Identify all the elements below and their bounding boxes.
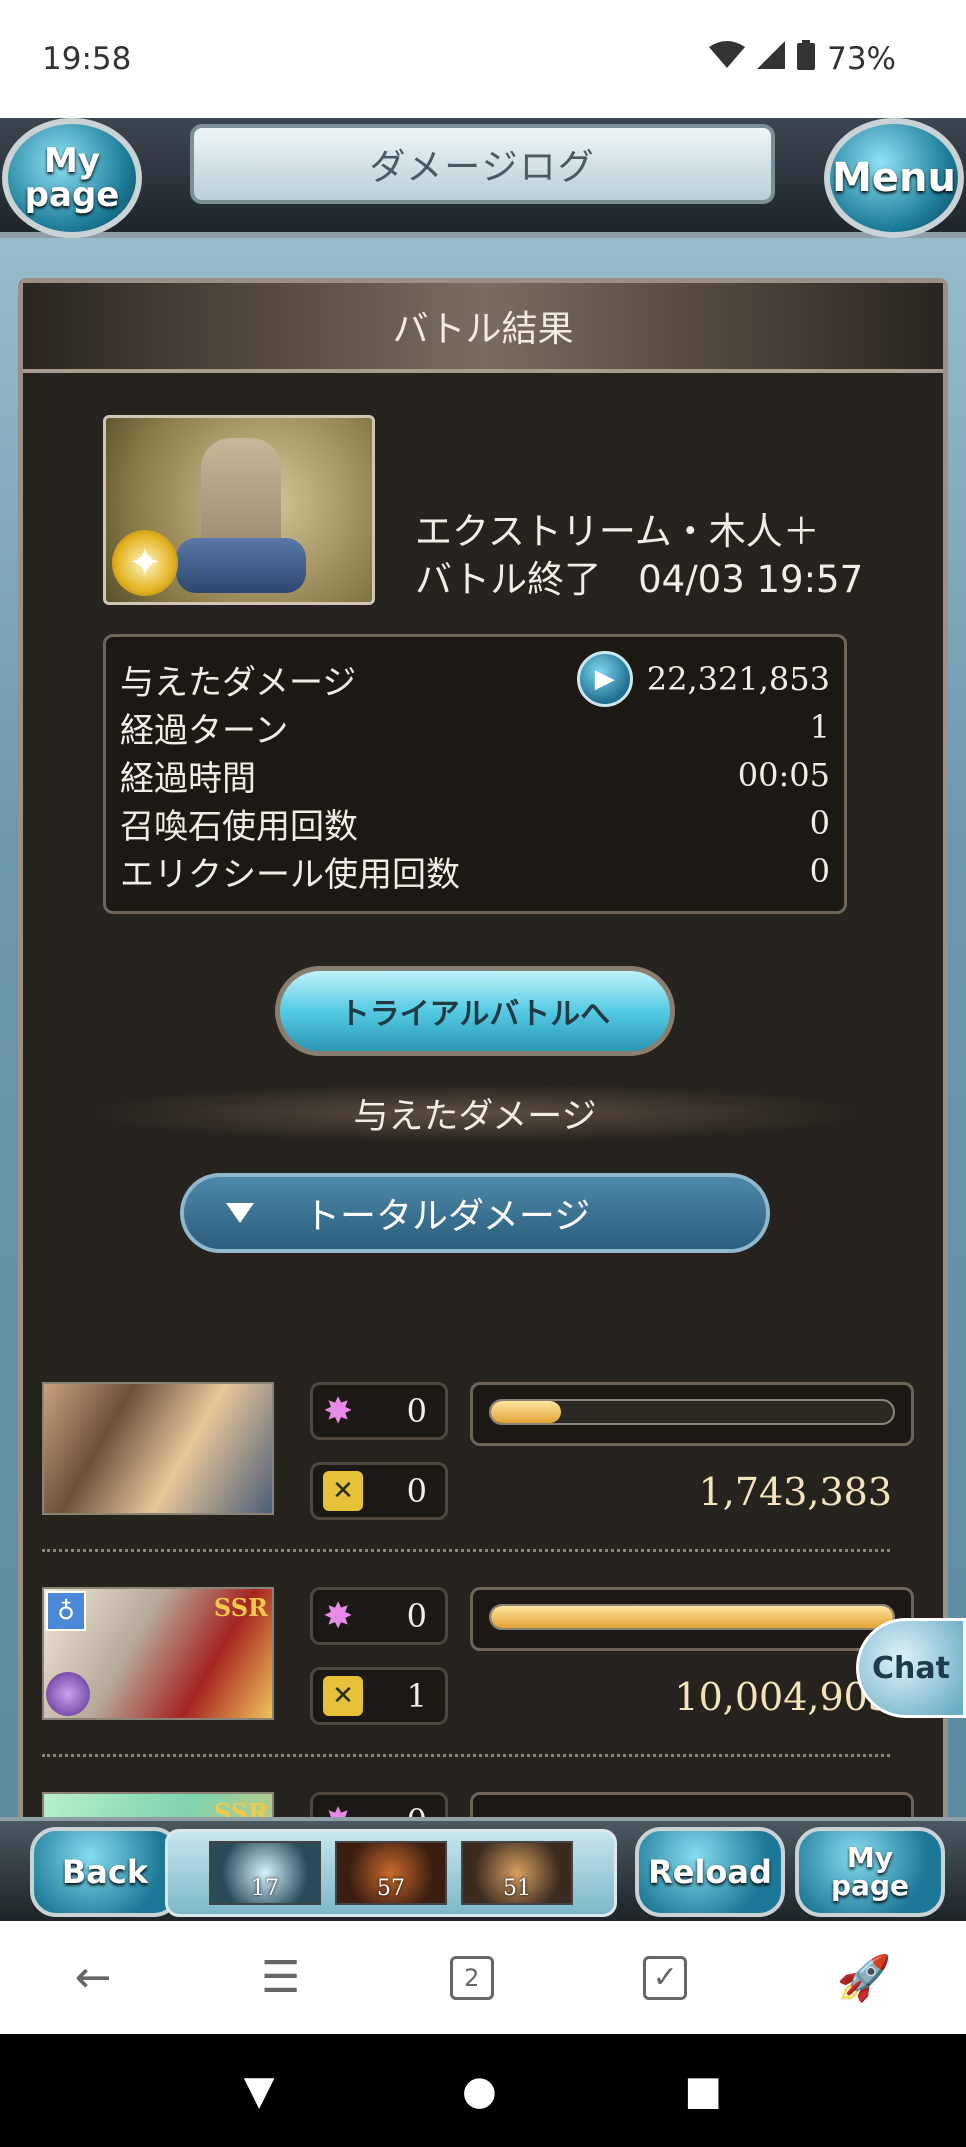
ougi-count: 0 (406, 1392, 427, 1430)
summon-count: 17 (251, 1876, 279, 1901)
stat-value: 22,321,853 (646, 660, 830, 698)
top-bar: ダメージログ My page Menu (0, 118, 966, 238)
summon-count: 57 (377, 1876, 405, 1901)
ca-count: 0 (406, 1472, 427, 1510)
recents-square-icon[interactable]: ■ (684, 2068, 722, 2114)
stat-label: 経過ターン (120, 710, 289, 751)
trial-battle-button[interactable]: トライアルバトルへ (275, 966, 675, 1056)
mypage-button[interactable]: My page (2, 118, 142, 238)
summon-slot[interactable]: 51 (461, 1841, 573, 1905)
summon-slot[interactable]: 57 (335, 1841, 447, 1905)
battery-icon (797, 40, 816, 78)
battle-status: バトル終了 04/03 19:57 (415, 558, 864, 601)
stat-value: 1 (809, 708, 830, 746)
rarity-badge: SSR (213, 1593, 268, 1622)
panel-header: バトル結果 (23, 283, 943, 373)
home-circle-icon[interactable]: ● (462, 2068, 497, 2114)
stat-row: 経過ターン 1 (120, 703, 830, 751)
charge-attack-icon: ✕ (323, 1676, 363, 1716)
stat-row: 経過時間 00:05 (120, 751, 830, 799)
status-bar: 19:58 73% (0, 0, 966, 118)
ca-count: 1 (406, 1677, 427, 1715)
mypage-bottom-button[interactable]: My page (795, 1827, 945, 1917)
stat-label: エリクシール使用回数 (120, 854, 460, 895)
ougi-count-box: ✸ 0 (310, 1587, 448, 1645)
status-time: 19:58 (42, 41, 132, 77)
light-element-icon: ✦ (112, 530, 178, 596)
reload-button[interactable]: Reload (635, 1827, 785, 1917)
sparkle-icon: ✸ (323, 1595, 354, 1637)
stat-value: 0 (809, 852, 830, 890)
enemy-image-base (176, 538, 306, 593)
mypage-button-label: My page (24, 141, 120, 215)
ougi-count-box: ✸ 0 (310, 1382, 448, 1440)
wifi-icon (709, 41, 746, 77)
back-triangle-icon[interactable]: ▼ (244, 2068, 275, 2114)
checkbox-icon[interactable]: ✓ (643, 1955, 688, 2000)
menu-icon[interactable]: ☰ (261, 1952, 300, 2003)
stat-label: 経過時間 (120, 758, 256, 799)
divider (42, 1549, 890, 1552)
ca-count-box: ✕ 0 (310, 1462, 448, 1520)
damage-bar (470, 1382, 914, 1446)
enemy-info: エクストリーム・木人＋ バトル終了 04/03 19:57 (415, 508, 863, 604)
enemy-thumbnail: ✦ (103, 415, 375, 605)
mypage-bottom-label: My page (831, 1841, 909, 1902)
android-nav-bar: ▼ ● ■ (0, 2034, 966, 2147)
damage-bar (470, 1587, 914, 1651)
back-button[interactable]: Back (30, 1827, 180, 1917)
stat-value: 0 (809, 804, 830, 842)
menu-button-label: Menu (832, 155, 956, 201)
damage-section-title: 与えたダメージ (80, 1083, 870, 1143)
reload-label: Reload (648, 1853, 772, 1891)
summon-slot[interactable]: 17 (209, 1841, 321, 1905)
menu-button[interactable]: Menu (824, 118, 964, 238)
back-label: Back (61, 1853, 149, 1891)
summon-count: 51 (503, 1876, 531, 1901)
character-portrait[interactable] (42, 1382, 274, 1515)
play-icon[interactable]: ▶ (576, 651, 633, 707)
damage-bar-fill (491, 1401, 561, 1423)
stat-label: 与えたダメージ (120, 662, 357, 703)
ring-icon: ♁ (46, 1591, 86, 1631)
signal-icon (757, 41, 786, 77)
divider (42, 1754, 890, 1757)
damage-bar-track (489, 1604, 895, 1630)
dark-element-icon (46, 1672, 90, 1716)
back-arrow-icon[interactable]: ← (75, 1952, 112, 2003)
damage-bar-fill (491, 1606, 893, 1628)
ca-count-box: ✕ 1 (310, 1667, 448, 1725)
stat-label: 召喚石使用回数 (120, 806, 358, 847)
game-view: ダメージログ My page Menu バトル結果 ✦ エクストリーム・木人＋ … (0, 118, 966, 1921)
chat-button[interactable]: Chat (856, 1618, 966, 1718)
summon-tray: 17 57 51 (165, 1829, 617, 1917)
ougi-count: 0 (406, 1597, 427, 1635)
stat-value: 00:05 (737, 756, 830, 794)
damage-type-dropdown[interactable]: トータルダメージ (180, 1173, 770, 1253)
tabs-button[interactable]: 2 (449, 1955, 494, 2000)
sparkle-icon: ✸ (323, 1390, 354, 1432)
stats-box: 与えたダメージ ▶ 22,321,853 経過ターン 1 経過時間 00:05 … (103, 634, 847, 914)
character-row: SSR ♁ ✸ 0 ✕ 1 10,004,903 (42, 1587, 914, 1757)
enemy-name: エクストリーム・木人＋ (415, 510, 820, 553)
dropdown-label: トータルダメージ (304, 1196, 591, 1237)
stat-row: 召喚石使用回数 0 (120, 799, 830, 847)
chat-label: Chat (872, 1650, 950, 1686)
stat-value-wrap: ▶ 22,321,853 (576, 651, 830, 707)
rocket-icon[interactable]: 🚀 (837, 1952, 892, 2004)
bottom-nav-bar: Back 17 57 51 Reload My page (0, 1817, 966, 1921)
browser-toolbar: ← ☰ 2 ✓ 🚀 (0, 1921, 966, 2034)
character-portrait[interactable]: SSR ♁ (42, 1587, 274, 1720)
status-icons: 73% (709, 40, 896, 78)
charge-attack-icon: ✕ (323, 1471, 363, 1511)
triangle-down-icon (226, 1203, 254, 1223)
page-title: ダメージログ (190, 124, 775, 204)
character-row: ✸ 0 ✕ 0 1,743,383 (42, 1382, 914, 1552)
damage-bar-track (489, 1399, 895, 1425)
battery-percent: 73% (827, 41, 896, 77)
stat-row: エリクシール使用回数 0 (120, 847, 830, 895)
character-damage: 1,743,383 (698, 1470, 892, 1514)
stat-row: 与えたダメージ ▶ 22,321,853 (120, 651, 830, 707)
